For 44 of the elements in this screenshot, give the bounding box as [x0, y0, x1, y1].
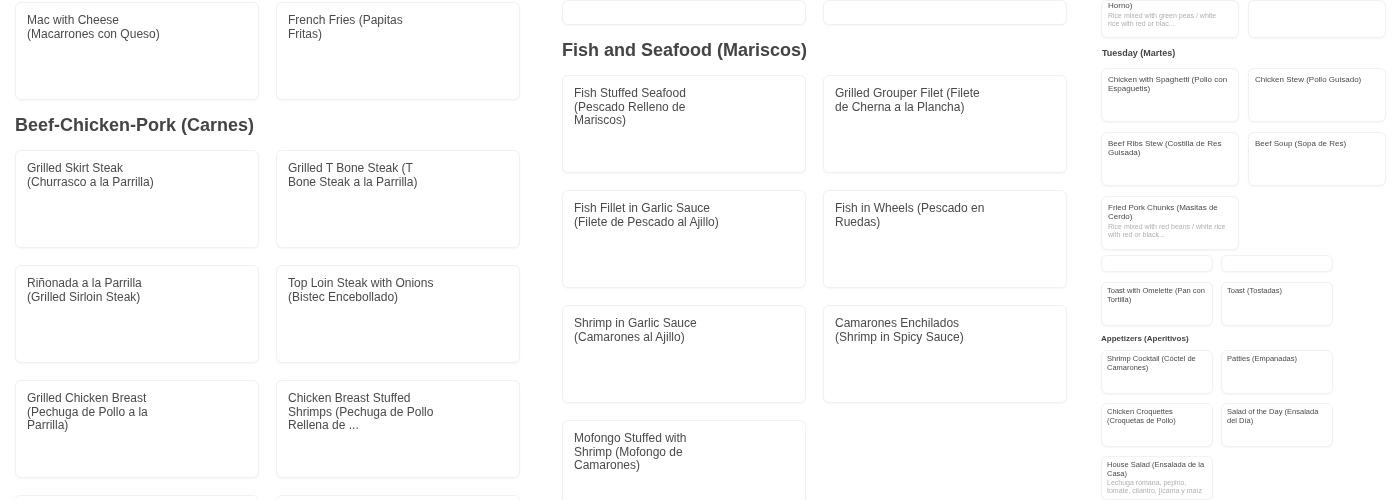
menu-card[interactable]: Mac with Cheese (Macarrones con Queso): [15, 2, 259, 100]
menu-card[interactable]: Chicken with Spaghetti (Pollo con Espaguetis): [1101, 68, 1239, 122]
dish-name: Chicken with Spaghetti (Pollo con Espaguetis): [1108, 75, 1228, 93]
menu-card[interactable]: Grilled Grouper Filet (Filete de Cherna a la Plancha): [823, 75, 1067, 173]
menu-card[interactable]: Grilled T Bone Steak (T Bone Steak a la Parrilla): [276, 150, 520, 248]
dish-name: Fried Pork Chunks (Masitas de Cerdo): [1108, 203, 1219, 221]
menu-card[interactable]: Beef Soup (Sopa de Res): [1248, 132, 1386, 186]
dish-name: Shrimp in Garlic Sauce (Camarones al Ajillo): [574, 317, 698, 344]
dish-name: Chicken Stew (Pollo Guisado): [1255, 75, 1363, 84]
dish-name: Horno): [1108, 1, 1134, 10]
menu-card[interactable]: French Fries (Papitas Fritas): [276, 2, 520, 100]
dish-name: Grilled Skirt Steak (Churrasco a la Parrilla): [27, 162, 155, 189]
dish-name: Beef Ribs Stew (Costilla de Res Guisada): [1108, 139, 1223, 157]
dish-name: Mac with Cheese (Macarrones con Queso): [27, 14, 161, 41]
menu-card[interactable]: Top Loin Steak with Onions (Bistec Encebollado): [276, 265, 520, 363]
section-heading: Appetizers (Aperitivos): [1101, 334, 1190, 343]
menu-card[interactable]: Beef Ribs Stew (Costilla de Res Guisada): [1101, 132, 1239, 186]
dish-name: Chicken Breast Stuffed Shrimps (Pechuga de Pollo Rellena de ...: [288, 392, 435, 433]
section-heading: Fish and Seafood (Mariscos): [562, 40, 809, 60]
dish-name: Grilled Chicken Breast (Pechuga de Pollo a la Parrilla): [27, 392, 149, 433]
section-heading: Beef-Chicken-Pork (Carnes): [15, 115, 256, 135]
menu-card[interactable]: Fish in Wheels (Pescado en Ruedas): [823, 190, 1067, 288]
dish-name: Grilled T Bone Steak (T Bone Steak a la Parrilla): [288, 162, 419, 189]
dish-name: French Fries (Papitas Fritas): [288, 14, 404, 41]
dish-name: Fish Stuffed Seafood (Pescado Relleno de Mariscos): [574, 87, 687, 128]
menu-card[interactable]: Grilled Chicken Breast (Pechuga de Pollo a la Parrilla): [15, 380, 259, 478]
menu-card[interactable]: Riñonada a la Parrilla (Grilled Sirloin Steak): [15, 265, 259, 363]
menu-card[interactable]: Grilled Skirt Steak (Churrasco a la Parrilla): [15, 150, 259, 248]
dish-name: Beef Soup (Sopa de Res): [1255, 139, 1348, 148]
menu-card[interactable]: Camarones Enchilados (Shrimp in Spicy Sauce): [823, 305, 1067, 403]
dish-name: Fish Fillet in Garlic Sauce (Filete de Pescado al Ajillo): [574, 202, 720, 229]
menu-card[interactable]: Fish Stuffed Seafood (Pescado Relleno de Mariscos): [562, 75, 806, 173]
menu-card[interactable]: Mofongo Stuffed with Shrimp (Mofongo de Camarones): [562, 420, 806, 500]
dish-name: Grilled Grouper Filet (Filete de Cherna a la Plancha): [835, 87, 981, 114]
dish-name: Mofongo Stuffed with Shrimp (Mofongo de Camarones): [574, 432, 688, 473]
section-heading: Tuesday (Martes): [1102, 48, 1177, 58]
dish-name: Fish in Wheels (Pescado en Ruedas): [835, 202, 985, 229]
dish-name: Camarones Enchilados (Shrimp in Spicy Sauce): [835, 317, 965, 344]
menu-card[interactable]: Fish Fillet in Garlic Sauce (Filete de Pescado al Ajillo): [562, 190, 806, 288]
dish-name: Riñonada a la Parrilla (Grilled Sirloin Steak): [27, 277, 143, 304]
menu-card[interactable]: Shrimp in Garlic Sauce (Camarones al Ajillo): [562, 305, 806, 403]
dish-name: Top Loin Steak with Onions (Bistec Encebollado): [288, 277, 435, 304]
menu-card[interactable]: Chicken Breast Stuffed Shrimps (Pechuga de Pollo Rellena de ...: [276, 380, 520, 478]
menu-card[interactable]: Chicken Stew (Pollo Guisado): [1248, 68, 1386, 122]
